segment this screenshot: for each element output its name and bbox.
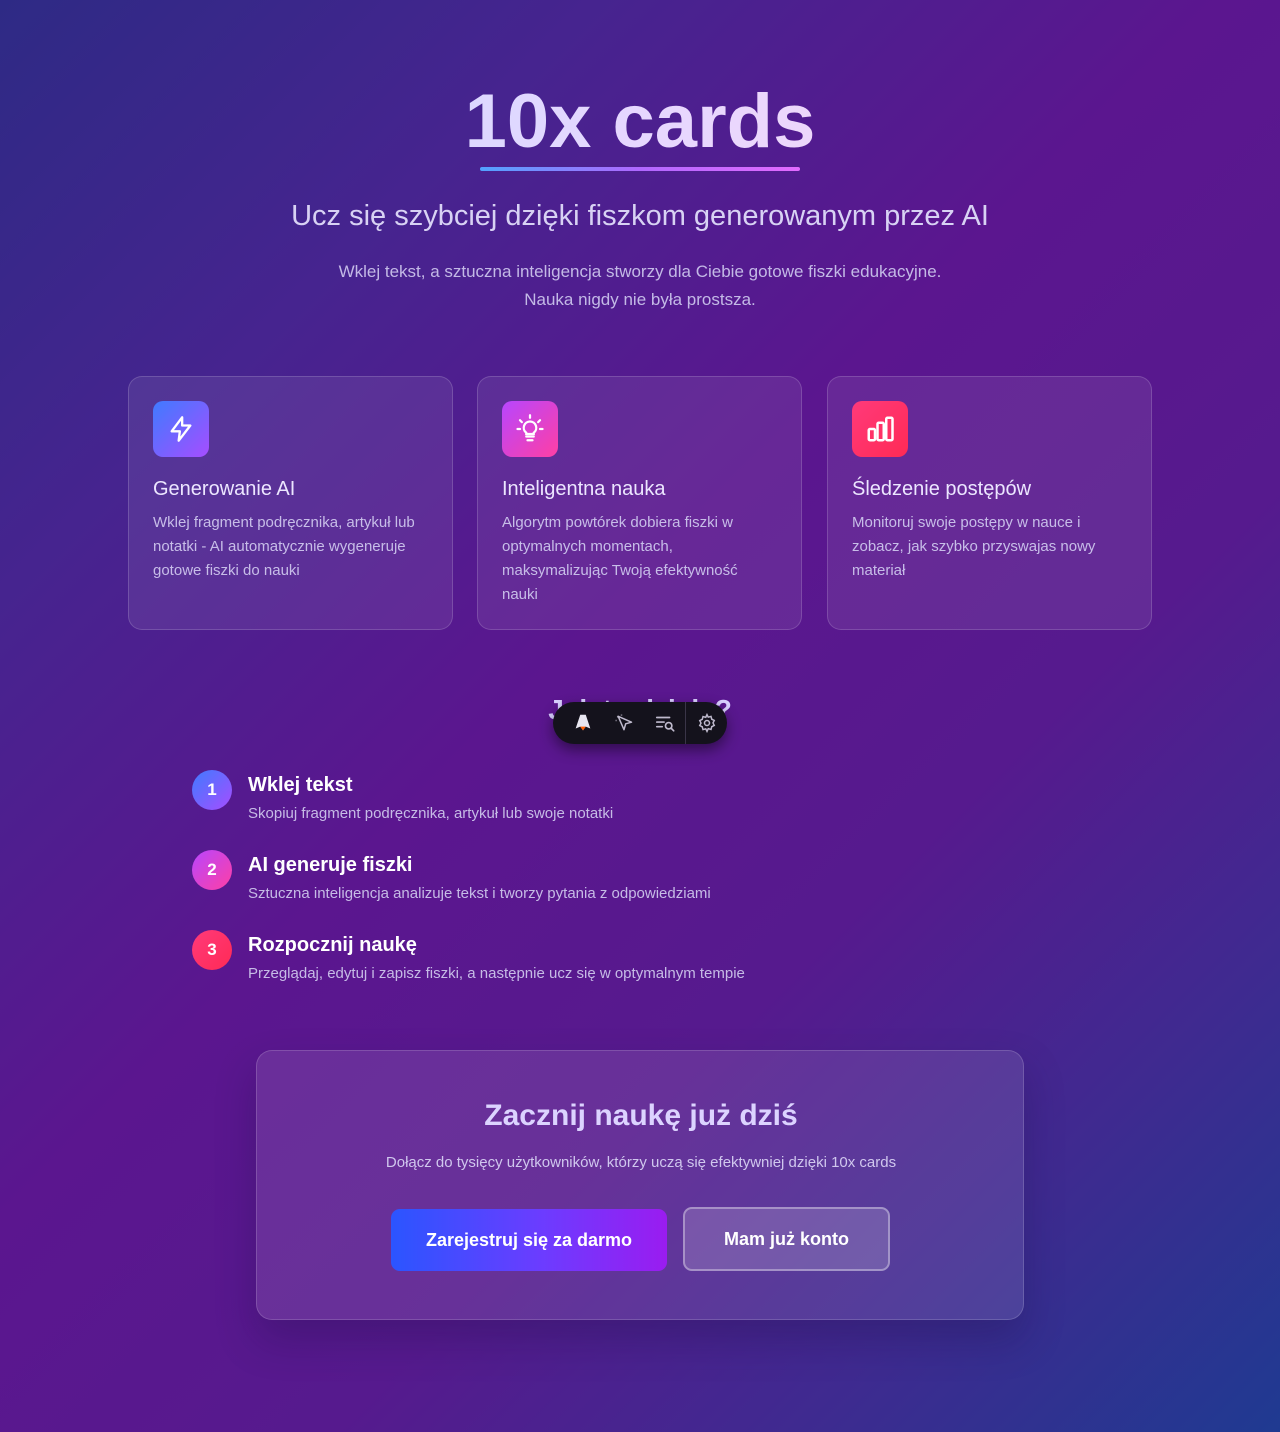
feature-title: Inteligentna nauka (502, 478, 666, 500)
lightning-icon (153, 401, 209, 457)
register-button[interactable]: Zarejestruj się za darmo (391, 1209, 667, 1271)
step-number: 2 (192, 850, 232, 890)
step-item: 3 Rozpocznij naukę Przeglądaj, edytuj i … (192, 930, 1092, 990)
list-search-icon[interactable] (645, 702, 686, 744)
feature-title: Śledzenie postępów (852, 478, 1032, 500)
feature-description: Wklej fragment podręcznika, artykuł lub … (153, 514, 415, 579)
dev-toolbar (553, 702, 727, 744)
title-underline (480, 167, 800, 171)
lightbulb-icon (502, 401, 558, 457)
feature-card-ai-generation: Generowanie AI Wklej fragment podręcznik… (128, 376, 453, 630)
feature-card-smart-learning: Inteligentna nauka Algorytm powtórek dob… (477, 376, 802, 630)
step-description: Sztuczna inteligencja analizuje tekst i … (248, 885, 711, 902)
astro-logo-icon[interactable] (563, 702, 604, 744)
cta-description: Dołącz do tysięcy użytkowników, którzy u… (385, 1154, 897, 1171)
hero-lead-line-2: Nauka nigdy nie była prostsza. (524, 290, 756, 309)
step-title: Rozpocznij naukę (248, 934, 417, 956)
hero-lead: Wklej tekst, a sztuczna inteligencja stw… (0, 258, 1280, 314)
bar-chart-icon (852, 401, 908, 457)
step-description: Skopiuj fragment podręcznika, artykuł lu… (248, 805, 614, 822)
cta-title: Zacznij naukę już dziś (484, 1099, 798, 1132)
feature-description: Monitoruj swoje postępy w nauce i zobacz… (852, 514, 1096, 579)
features: Generowanie AI Wklej fragment podręcznik… (128, 376, 1152, 630)
cta-panel: Zacznij naukę już dziś Dołącz do tysięcy… (256, 1050, 1024, 1320)
step-item: 1 Wklej tekst Skopiuj fragment podręczni… (192, 770, 1092, 830)
step-description: Przeglądaj, edytuj i zapisz fiszki, a na… (248, 965, 745, 982)
feature-card-progress-tracking: Śledzenie postępów Monitoruj swoje postę… (827, 376, 1152, 630)
hero-lead-line-1: Wklej tekst, a sztuczna inteligencja stw… (338, 262, 942, 281)
step-title: Wklej tekst (248, 774, 353, 796)
feature-description: Algorytm powtórek dobiera fiszki w optym… (502, 514, 738, 603)
step-number: 1 (192, 770, 232, 810)
step-item: 2 AI generuje fiszki Sztuczna inteligenc… (192, 850, 1092, 910)
step-title: AI generuje fiszki (248, 854, 413, 876)
cursor-select-icon[interactable] (604, 702, 645, 744)
hero-subtitle: Ucz się szybciej dzięki fiszkom generowa… (291, 200, 989, 232)
feature-title: Generowanie AI (153, 478, 296, 500)
step-number: 3 (192, 930, 232, 970)
page-title: 10x cards (0, 78, 1280, 166)
gear-icon[interactable] (686, 702, 727, 744)
login-button[interactable]: Mam już konto (683, 1207, 890, 1271)
